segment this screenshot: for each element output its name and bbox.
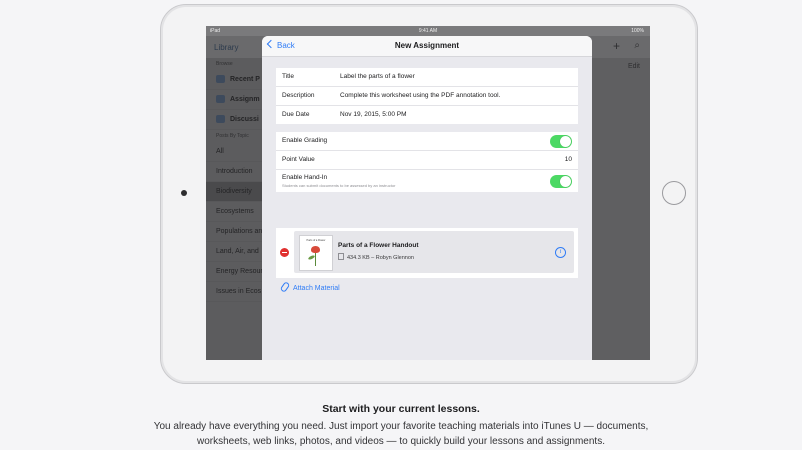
search-icon[interactable]: ⌕: [634, 40, 640, 51]
sidebar-item-energy[interactable]: Energy Resour: [206, 262, 264, 282]
new-assignment-modal: Back New Assignment Title Label the part…: [262, 36, 592, 360]
title-label: Title: [282, 73, 295, 80]
sidebar-item-land-air[interactable]: Land, Air, and: [206, 242, 264, 262]
point-value-field[interactable]: 10: [565, 156, 572, 163]
enable-handin-toggle[interactable]: [550, 175, 572, 188]
due-date-field[interactable]: Nov 19, 2015, 5:00 PM: [340, 111, 407, 118]
remove-icon[interactable]: [280, 248, 289, 257]
material-meta: 434.3 KB – Robyn Glennon: [338, 253, 414, 261]
enable-grading-row: Enable Grading: [276, 132, 578, 151]
sidebar-item-recent[interactable]: Recent P: [206, 70, 264, 90]
sidebar-item-biodiversity[interactable]: Biodiversity: [206, 182, 264, 202]
plus-icon[interactable]: +: [613, 39, 620, 53]
description-label: Description: [282, 92, 315, 99]
background-sidebar: Browse Recent P Assignm Discussi Posts B…: [206, 58, 264, 360]
attach-material-label: Attach Material: [293, 285, 340, 292]
material-item[interactable]: Parts of a Flower Parts of a Flower Hand…: [294, 231, 574, 273]
posts-by-topic-header: Posts By Topic: [216, 133, 249, 139]
due-date-row[interactable]: Due Date Nov 19, 2015, 5:00 PM: [276, 106, 578, 124]
recent-icon: [216, 75, 225, 83]
caption-body: You already have everything you need. Ju…: [153, 421, 649, 447]
sidebar-item-all[interactable]: All: [206, 142, 264, 162]
discussions-icon: [216, 115, 225, 123]
enable-handin-label: Enable Hand-In: [282, 174, 328, 181]
title-row[interactable]: Title Label the parts of a flower: [276, 68, 578, 87]
enable-handin-row: Enable Hand-In Students can submit docum…: [276, 170, 578, 192]
thumbnail-title: Parts of a Flower: [306, 239, 326, 242]
enable-handin-description: Students can submit documents to be asse…: [282, 183, 396, 188]
attached-material-card: Parts of a Flower Parts of a Flower Hand…: [276, 228, 578, 278]
description-row[interactable]: Description Complete this worksheet usin…: [276, 87, 578, 106]
assignments-icon: [216, 95, 225, 103]
enable-grading-label: Enable Grading: [282, 137, 328, 144]
info-icon[interactable]: i: [555, 247, 566, 258]
material-meta-text: 434.3 KB – Robyn Glennon: [347, 255, 414, 261]
due-date-label: Due Date: [282, 111, 310, 118]
attach-material-button[interactable]: Attach Material: [279, 281, 340, 293]
home-button[interactable]: [662, 181, 686, 205]
document-icon: [338, 253, 344, 260]
flower-icon: [311, 246, 320, 253]
ipad-screen: iPad 9:41 AM 100% Library + ⌕ Edit Brows…: [206, 26, 650, 360]
battery-level: 100%: [631, 28, 644, 34]
sidebar-item-ecosystems[interactable]: Ecosystems: [206, 202, 264, 222]
browse-header: Browse: [216, 61, 233, 67]
material-thumbnail: Parts of a Flower: [299, 235, 333, 271]
point-value-row[interactable]: Point Value 10: [276, 151, 578, 170]
status-bar: iPad 9:41 AM 100%: [206, 26, 650, 36]
sidebar-item-populations[interactable]: Populations an: [206, 222, 264, 242]
modal-nav-bar: Back New Assignment: [262, 36, 592, 57]
description-field[interactable]: Complete this worksheet using the PDF an…: [340, 92, 500, 99]
grading-group: Enable Grading Point Value 10 Enable Han…: [276, 132, 578, 192]
sidebar-item-assignments[interactable]: Assignm: [206, 90, 264, 110]
paperclip-icon: [279, 281, 291, 293]
assignment-details-group: Title Label the parts of a flower Descri…: [276, 68, 578, 124]
front-camera: [181, 190, 187, 196]
enable-grading-toggle[interactable]: [550, 135, 572, 148]
caption-title: Start with your current lessons.: [322, 403, 480, 415]
sidebar-item-issues[interactable]: Issues in Ecos: [206, 282, 264, 302]
material-name: Parts of a Flower Handout: [338, 242, 419, 249]
clock: 9:41 AM: [418, 28, 438, 34]
sidebar-item-introduction[interactable]: Introduction: [206, 162, 264, 182]
point-value-label: Point Value: [282, 156, 315, 163]
title-field[interactable]: Label the parts of a flower: [340, 73, 415, 80]
modal-title: New Assignment: [394, 41, 460, 50]
sidebar-item-discussions[interactable]: Discussi: [206, 110, 264, 130]
edit-button[interactable]: Edit: [628, 63, 640, 70]
library-button[interactable]: Library: [214, 43, 238, 52]
